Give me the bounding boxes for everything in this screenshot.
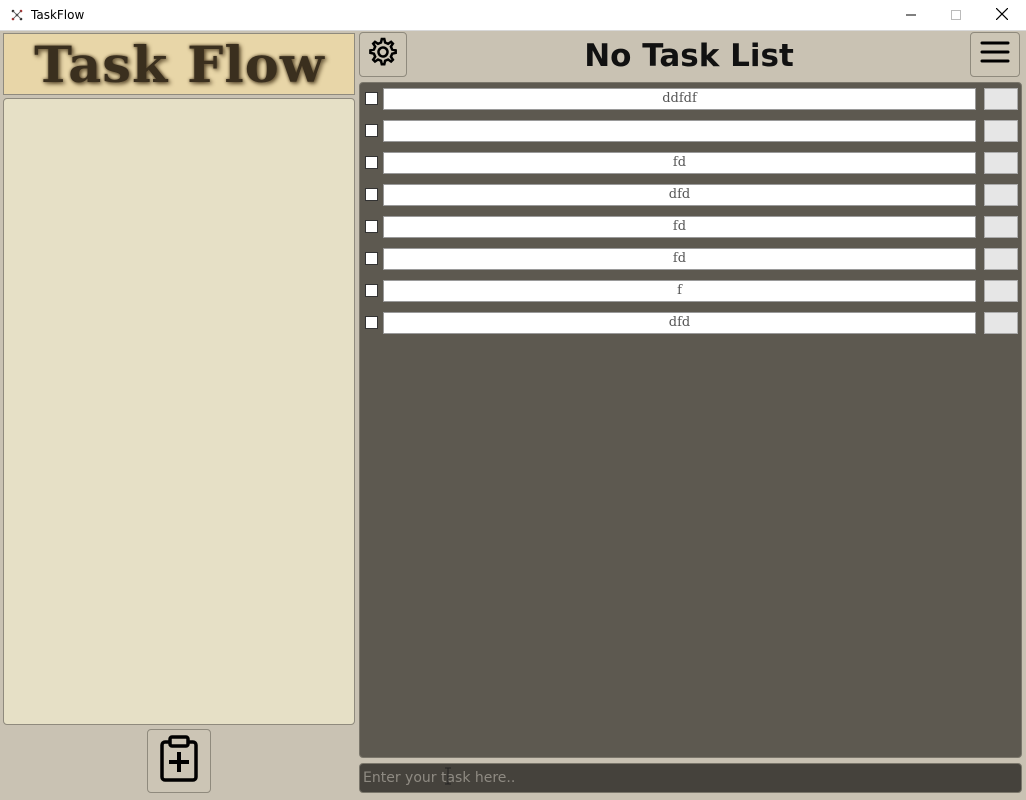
menu-button[interactable] xyxy=(970,32,1020,77)
maximize-button[interactable] xyxy=(933,0,979,31)
task-list-panel[interactable] xyxy=(3,98,355,725)
task-delete-button[interactable] xyxy=(984,216,1018,238)
task-checkbox[interactable] xyxy=(365,284,378,297)
task-row: fd xyxy=(360,247,1023,271)
window-titlebar: TaskFlow xyxy=(0,0,1026,31)
maximize-icon xyxy=(951,7,961,25)
page-title: No Task List xyxy=(584,38,794,74)
task-row: dfd xyxy=(360,311,1023,335)
task-delete-button[interactable] xyxy=(984,248,1018,270)
taskflow-app-icon xyxy=(9,7,25,23)
task-checkbox[interactable] xyxy=(365,124,378,137)
task-checkbox[interactable] xyxy=(365,156,378,169)
minimize-icon xyxy=(906,7,916,25)
task-row xyxy=(360,119,1023,143)
task-text-field[interactable]: fd xyxy=(383,216,976,238)
minimize-button[interactable] xyxy=(888,0,934,31)
task-text-field[interactable]: dfd xyxy=(383,184,976,206)
close-icon xyxy=(995,7,1009,25)
task-delete-button[interactable] xyxy=(984,312,1018,334)
task-text-field[interactable]: f xyxy=(383,280,976,302)
task-row: f xyxy=(360,279,1023,303)
app-logo: Task Flow xyxy=(3,33,355,95)
task-row: fd xyxy=(360,215,1023,239)
gear-icon xyxy=(367,36,399,73)
task-checkbox[interactable] xyxy=(365,188,378,201)
task-checkbox[interactable] xyxy=(365,316,378,329)
task-text-field[interactable]: dfd xyxy=(383,312,976,334)
task-row: ddfdf xyxy=(360,87,1023,111)
task-delete-button[interactable] xyxy=(984,88,1018,110)
hamburger-menu-icon xyxy=(980,40,1010,69)
text-cursor-icon xyxy=(445,767,451,785)
task-delete-button[interactable] xyxy=(984,280,1018,302)
task-delete-button[interactable] xyxy=(984,120,1018,142)
task-text-field[interactable]: fd xyxy=(383,152,976,174)
logo-text: Task Flow xyxy=(33,34,325,94)
clipboard-plus-icon xyxy=(159,734,199,788)
task-delete-button[interactable] xyxy=(984,184,1018,206)
task-checkbox[interactable] xyxy=(365,220,378,233)
task-checkbox[interactable] xyxy=(365,92,378,105)
add-task-list-button[interactable] xyxy=(147,729,211,793)
task-row: dfd xyxy=(360,183,1023,207)
window-title: TaskFlow xyxy=(31,8,85,22)
settings-button[interactable] xyxy=(359,32,407,77)
task-area: ddfdf fd dfd fd fd f dfd xyxy=(359,82,1022,758)
task-text-field[interactable]: fd xyxy=(383,248,976,270)
task-text-field[interactable]: ddfdf xyxy=(383,88,976,110)
close-button[interactable] xyxy=(979,0,1025,31)
task-input[interactable] xyxy=(359,763,1022,793)
task-text-field[interactable] xyxy=(383,120,976,142)
task-row: fd xyxy=(360,151,1023,175)
task-checkbox[interactable] xyxy=(365,252,378,265)
task-delete-button[interactable] xyxy=(984,152,1018,174)
